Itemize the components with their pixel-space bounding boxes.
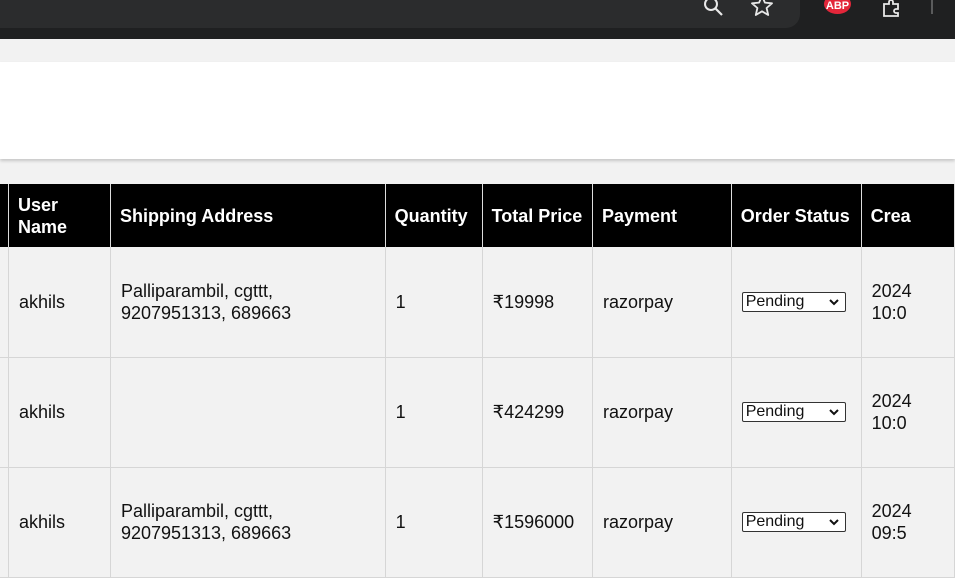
chevron-down-icon: [828, 299, 839, 306]
user-name-cell: akhils: [8, 467, 111, 578]
order-status-select[interactable]: Pending: [741, 291, 846, 312]
col-header-index: [0, 184, 9, 247]
created-cell: 2024 09:5: [861, 467, 955, 578]
total-price-cell: ₹1596000: [482, 467, 593, 578]
star-icon[interactable]: [747, 0, 777, 20]
chevron-down-icon: [828, 409, 839, 416]
col-header-order-status: Order Status: [731, 184, 862, 247]
row-index-cell: [0, 247, 9, 358]
page-header-panel: [0, 62, 955, 159]
adblock-icon[interactable]: ABP: [824, 0, 851, 14]
col-header-user-name: User Name: [8, 184, 111, 247]
browser-toolbar: ABP: [0, 0, 955, 39]
orders-table-container: User Name Shipping Address Quantity Tota…: [0, 184, 955, 578]
chevron-down-icon: [828, 519, 839, 526]
toolbar-divider: [931, 0, 933, 14]
quantity-cell: 1: [385, 357, 483, 468]
col-header-quantity: Quantity: [385, 184, 483, 247]
order-status-value: Pending: [745, 292, 805, 310]
orders-table: User Name Shipping Address Quantity Tota…: [0, 184, 955, 578]
created-cell: 2024 10:0: [861, 247, 955, 358]
created-time: 10:0: [871, 302, 907, 323]
order-status-cell: Pending: [731, 247, 862, 358]
col-header-shipping-address: Shipping Address: [110, 184, 386, 247]
created-cell: 2024 10:0: [861, 357, 955, 468]
col-header-payment: Payment: [592, 184, 732, 247]
shipping-address-cell: [110, 357, 386, 468]
table-row: akhils Palliparambil, cgttt, 9207951313,…: [0, 467, 955, 578]
created-date: 2024: [871, 280, 912, 301]
table-row: akhils 1 ₹424299 razorpay Pending 2024 1…: [0, 357, 955, 468]
total-price-cell: ₹19998: [482, 247, 593, 358]
table-row: akhils Palliparambil, cgttt, 9207951313,…: [0, 247, 955, 358]
row-index-cell: [0, 357, 9, 468]
search-icon[interactable]: [698, 0, 728, 20]
table-header-row: User Name Shipping Address Quantity Tota…: [0, 184, 955, 247]
order-status-value: Pending: [745, 513, 805, 530]
created-date: 2024: [871, 501, 912, 521]
address-bar-strip: [0, 0, 800, 28]
order-status-select[interactable]: Pending: [741, 402, 846, 422]
quantity-cell: 1: [385, 467, 483, 578]
total-price-cell: ₹424299: [482, 357, 593, 468]
created-time: 09:5: [871, 523, 907, 543]
order-status-select[interactable]: Pending: [741, 512, 846, 532]
shipping-address-cell: Palliparambil, cgttt, 9207951313, 689663: [110, 467, 386, 578]
created-time: 10:0: [871, 413, 907, 433]
order-status-cell: Pending: [731, 467, 862, 578]
user-name-cell: akhils: [8, 247, 111, 358]
row-index-cell: [0, 467, 9, 578]
extensions-icon[interactable]: [877, 0, 907, 20]
order-status-cell: Pending: [731, 357, 862, 468]
col-header-total-price: Total Price: [482, 184, 593, 247]
user-name-cell: akhils: [8, 357, 111, 468]
shipping-address-cell: Palliparambil, cgttt, 9207951313, 689663: [110, 247, 386, 358]
order-status-value: Pending: [745, 403, 805, 420]
payment-cell: razorpay: [592, 247, 732, 358]
col-header-created: Crea: [861, 184, 955, 247]
payment-cell: razorpay: [592, 467, 732, 578]
created-date: 2024: [871, 391, 912, 411]
quantity-cell: 1: [385, 247, 483, 358]
payment-cell: razorpay: [592, 357, 732, 468]
